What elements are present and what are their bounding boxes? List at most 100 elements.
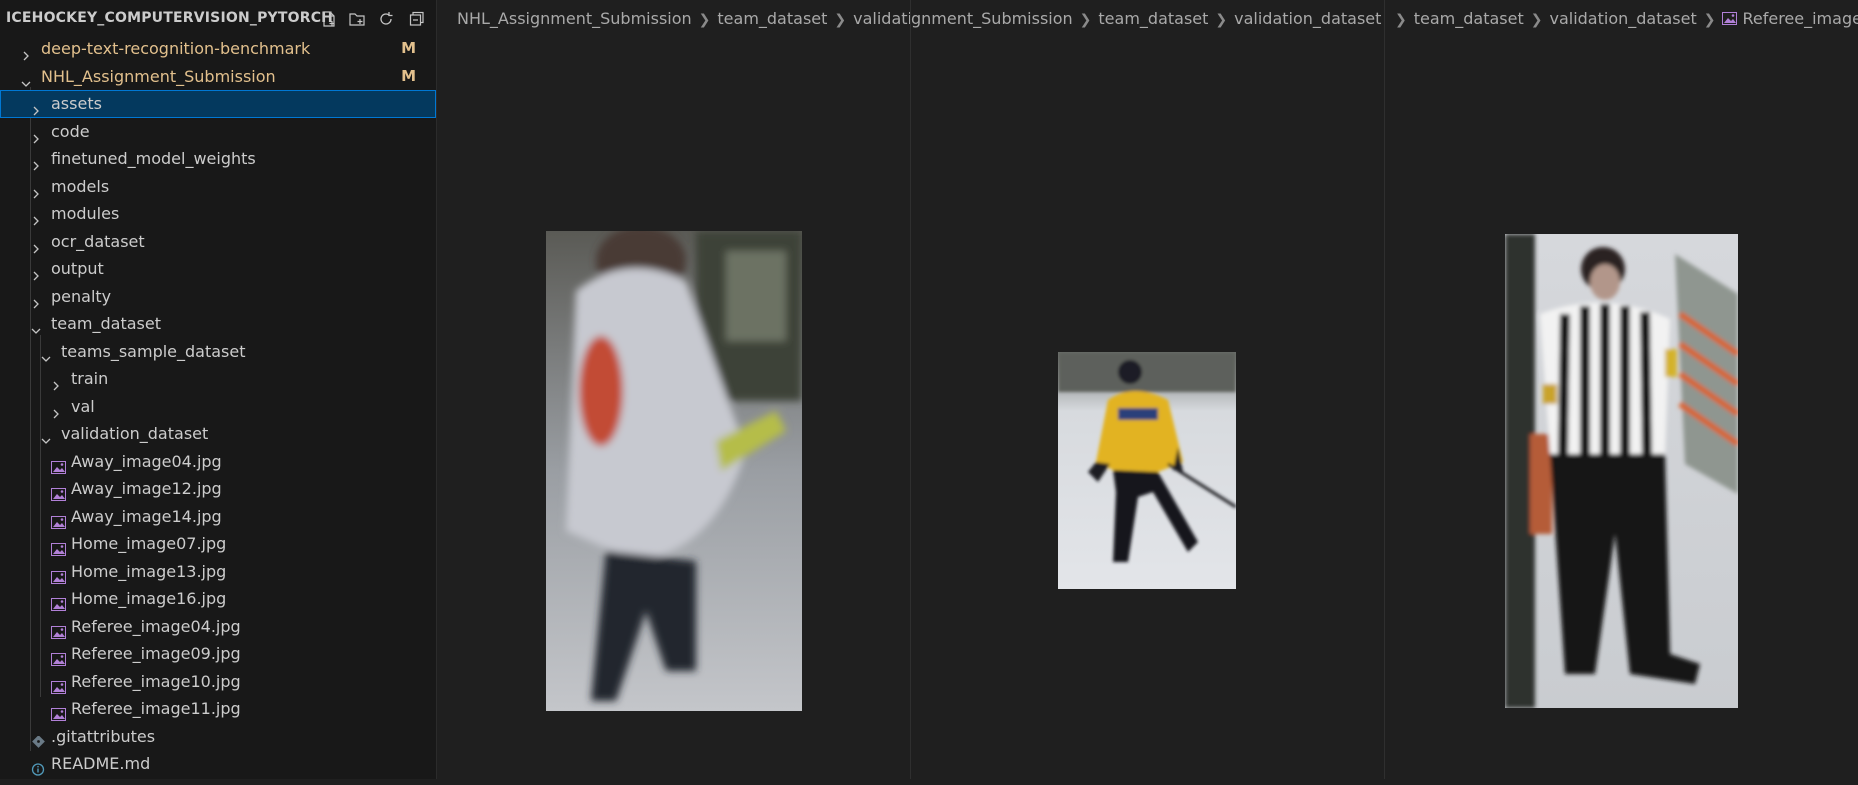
chevron-right-icon: ❯ bbox=[834, 12, 847, 28]
tree-file[interactable]: Referee_image10.jpg bbox=[0, 668, 436, 696]
tree-file[interactable]: Away_image04.jpg bbox=[0, 448, 436, 476]
tree-folder[interactable]: teams_sample_dataset bbox=[0, 338, 436, 366]
tree-item-label: deep-text-recognition-benchmark bbox=[41, 39, 311, 58]
image-preview bbox=[1058, 352, 1236, 589]
tree-file[interactable]: README.md bbox=[0, 750, 436, 778]
new-file-icon[interactable] bbox=[318, 8, 340, 30]
breadcrumb-item[interactable]: validation_dataset bbox=[1549, 0, 1696, 38]
explorer-title[interactable]: ICEHOCKEY_COMPUTERVISION_PYTORCH bbox=[6, 10, 333, 26]
refresh-icon[interactable] bbox=[375, 8, 397, 30]
image-file-icon bbox=[1722, 1, 1738, 25]
tree-folder[interactable]: modules bbox=[0, 200, 436, 228]
chevron-right-icon[interactable] bbox=[30, 236, 42, 253]
git-file-icon bbox=[31, 730, 46, 748]
breadcrumb-item[interactable]: gnment_Submission bbox=[911, 0, 1073, 38]
git-modified-badge: M bbox=[401, 39, 416, 57]
chevron-right-icon[interactable] bbox=[50, 401, 62, 418]
tree-file[interactable]: .gitattributes bbox=[0, 723, 436, 751]
breadcrumb: ❯ team_dataset ❯ validation_dataset ❯ Referee… bbox=[1385, 0, 1858, 38]
tree-item-label: Home_image16.jpg bbox=[71, 589, 227, 608]
tree-folder[interactable]: output bbox=[0, 255, 436, 283]
tree-item-label: .gitattributes bbox=[51, 726, 156, 746]
tree-folder[interactable]: team_dataset bbox=[0, 310, 436, 338]
chevron-down-icon[interactable] bbox=[40, 428, 52, 444]
chevron-right-icon: ❯ bbox=[1215, 12, 1228, 28]
image-file-icon bbox=[51, 510, 66, 529]
chevron-right-icon[interactable] bbox=[20, 43, 32, 61]
image-file-icon bbox=[51, 675, 66, 694]
image-file-icon bbox=[51, 647, 66, 666]
tree-item-label: Referee_image09.jpg bbox=[71, 644, 241, 663]
tree-item-label: train bbox=[71, 369, 109, 388]
chevron-right-icon[interactable] bbox=[30, 291, 42, 308]
tree-folder[interactable]: finetuned_model_weights bbox=[0, 145, 436, 173]
collapse-all-icon[interactable] bbox=[406, 8, 428, 30]
tree-folder[interactable]: NHL_Assignment_Submission M bbox=[0, 63, 436, 91]
tree-file[interactable]: Referee_image09.jpg bbox=[0, 640, 436, 668]
tree-folder[interactable]: validation_dataset bbox=[0, 420, 436, 448]
chevron-right-icon[interactable] bbox=[30, 208, 42, 226]
image-file-icon bbox=[51, 702, 66, 721]
image-preview bbox=[1505, 234, 1738, 708]
tree-item-label: assets bbox=[51, 94, 102, 113]
breadcrumb-item[interactable]: validation_data bbox=[853, 0, 910, 38]
tree-item-label: val bbox=[71, 396, 95, 416]
explorer-sidebar: ICEHOCKEY_COMPUTERVISION_PYTORCH deep-te… bbox=[0, 0, 437, 779]
tree-file[interactable]: Home_image16.jpg bbox=[0, 585, 436, 613]
breadcrumb-item[interactable]: team_dataset bbox=[1414, 0, 1524, 38]
tree-item-label: Referee_image11.jpg bbox=[71, 699, 241, 718]
breadcrumb-item[interactable]: Referee_image09.jpg bbox=[1742, 0, 1858, 38]
image-file-icon bbox=[51, 482, 66, 501]
tree-item-label: validation_dataset bbox=[61, 424, 209, 443]
new-folder-icon[interactable] bbox=[346, 8, 368, 30]
file-tree: deep-text-recognition-benchmark M NHL_Assi… bbox=[0, 35, 436, 778]
chevron-down-icon[interactable] bbox=[20, 71, 32, 87]
tree-folder[interactable]: val bbox=[0, 393, 436, 421]
tree-item-label: Away_image12.jpg bbox=[71, 479, 222, 498]
chevron-right-icon[interactable] bbox=[30, 98, 42, 116]
breadcrumb-item[interactable]: team_dataset bbox=[717, 0, 827, 38]
tree-item-label: output bbox=[51, 259, 104, 278]
breadcrumb-item[interactable]: validation_dataset bbox=[1234, 0, 1381, 38]
breadcrumb-item[interactable]: team_dataset bbox=[1098, 0, 1208, 38]
tree-folder[interactable]: train bbox=[0, 365, 436, 393]
tree-file[interactable]: Referee_image11.jpg bbox=[0, 695, 436, 723]
tree-file[interactable]: Home_image07.jpg bbox=[0, 530, 436, 558]
tree-item-label: finetuned_model_weights bbox=[51, 149, 256, 168]
tree-file[interactable]: Referee_image04.jpg bbox=[0, 613, 436, 641]
tree-folder[interactable]: ocr_dataset bbox=[0, 228, 436, 256]
git-modified-badge: M bbox=[401, 66, 416, 85]
image-file-icon bbox=[51, 537, 66, 556]
tree-item-label: Home_image13.jpg bbox=[71, 561, 227, 581]
chevron-down-icon[interactable] bbox=[40, 346, 52, 362]
tree-folder[interactable]: assets bbox=[0, 90, 436, 118]
tree-file[interactable]: Home_image13.jpg bbox=[0, 558, 436, 586]
image-file-icon bbox=[51, 565, 66, 584]
tree-folder[interactable]: deep-text-recognition-benchmark M bbox=[0, 35, 436, 63]
tree-item-label: NHL_Assignment_Submission bbox=[41, 66, 276, 86]
chevron-down-icon[interactable] bbox=[30, 318, 42, 334]
tree-item-label: code bbox=[51, 121, 90, 141]
chevron-right-icon[interactable] bbox=[30, 263, 42, 281]
chevron-right-icon: ❯ bbox=[1530, 12, 1543, 28]
tree-item-label: ocr_dataset bbox=[51, 231, 145, 251]
tree-folder[interactable]: penalty bbox=[0, 283, 436, 311]
chevron-right-icon[interactable] bbox=[30, 153, 42, 171]
tree-folder[interactable]: code bbox=[0, 118, 436, 146]
tree-item-label: Away_image14.jpg bbox=[71, 506, 222, 526]
tree-folder[interactable]: models bbox=[0, 173, 436, 201]
breadcrumb: gnment_Submission ❯ team_dataset ❯ validatio… bbox=[911, 0, 1384, 38]
breadcrumb-item[interactable]: NHL_Assignment_Submission bbox=[457, 0, 692, 38]
tree-file[interactable]: Away_image14.jpg bbox=[0, 503, 436, 531]
tree-item-label: teams_sample_dataset bbox=[61, 341, 246, 361]
chevron-right-icon[interactable] bbox=[30, 181, 42, 198]
editor-group-1: NHL_Assignment_Submission ❯ team_dataset ❯ v… bbox=[437, 0, 910, 779]
breadcrumb: NHL_Assignment_Submission ❯ team_dataset ❯ v… bbox=[457, 0, 910, 38]
chevron-right-icon[interactable] bbox=[30, 126, 42, 143]
tree-item-label: Away_image04.jpg bbox=[71, 451, 222, 471]
chevron-right-icon[interactable] bbox=[50, 373, 62, 391]
image-preview bbox=[546, 231, 802, 711]
tree-file[interactable]: Away_image12.jpg bbox=[0, 475, 436, 503]
image-file-icon bbox=[51, 592, 66, 611]
image-file-icon bbox=[51, 620, 66, 639]
